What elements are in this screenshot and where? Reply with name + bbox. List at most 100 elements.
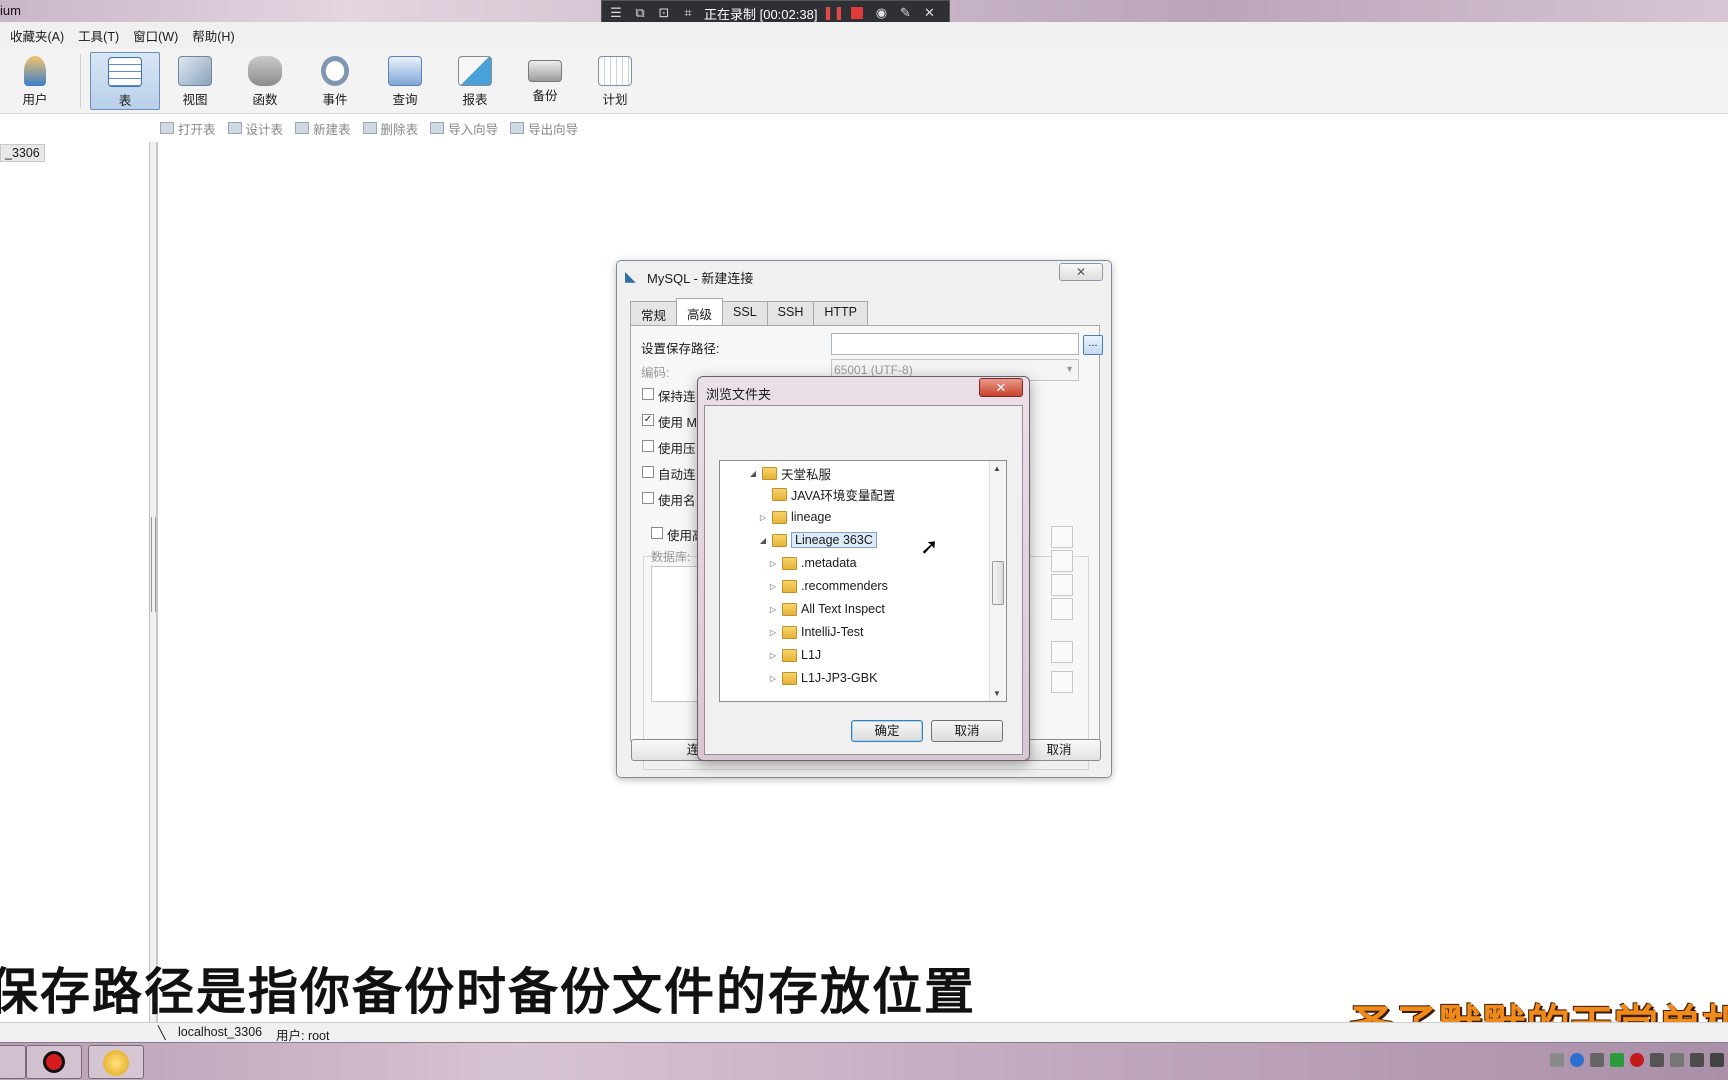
panel-splitter[interactable] — [150, 142, 157, 1022]
collapsed-arrow-icon[interactable]: ▷ — [758, 513, 768, 522]
scroll-down-icon[interactable]: ▼ — [993, 689, 1001, 698]
dialog-close-button[interactable]: ✕ — [1059, 263, 1103, 281]
collapsed-arrow-icon[interactable]: ▷ — [768, 582, 778, 591]
tree-item[interactable]: ▷ All Text Inspect — [768, 598, 885, 620]
export-wizard-button[interactable]: 导出向导 — [510, 119, 578, 138]
delete-table-button[interactable]: 删除表 — [362, 119, 418, 138]
tree-scrollbar[interactable]: ▲ ▼ — [989, 461, 1006, 701]
tab-general[interactable]: 常规 — [630, 301, 678, 325]
help-icon[interactable] — [1570, 1053, 1584, 1067]
dialog-close-button[interactable]: ✕ — [979, 378, 1023, 397]
collapsed-arrow-icon[interactable]: ▷ — [768, 628, 778, 637]
collapsed-arrow-icon[interactable]: ▷ — [768, 559, 778, 568]
collapsed-arrow-icon[interactable]: ▷ — [768, 674, 778, 683]
db-side-button[interactable] — [1051, 574, 1073, 596]
cancel-button[interactable]: 取消 — [931, 720, 1003, 742]
expanded-arrow-icon[interactable]: ◢ — [748, 469, 758, 478]
volume-icon[interactable] — [1650, 1053, 1664, 1067]
speaker-icon[interactable] — [1710, 1053, 1724, 1067]
ok-button[interactable]: 确定 — [851, 720, 923, 742]
db-side-button[interactable] — [1051, 550, 1073, 572]
import-wizard-button[interactable]: 导入向导 — [430, 119, 498, 138]
close-icon[interactable]: ✕ — [921, 5, 937, 21]
db-side-button[interactable] — [1051, 671, 1073, 693]
auto-connect-checkbox[interactable] — [642, 466, 654, 478]
dialog-title: MySQL - 新建连接 — [647, 271, 754, 286]
use-compression-checkbox[interactable] — [642, 440, 654, 452]
collapsed-arrow-icon[interactable]: ▷ — [768, 605, 778, 614]
collapsed-arrow-icon[interactable]: ▷ — [768, 651, 778, 660]
scroll-up-icon[interactable]: ▲ — [993, 464, 1001, 473]
folder-tree[interactable]: ◢ 天堂私服 JAVA环境变量配置 ▷ lineage ◢ Lineage 36… — [719, 460, 1007, 702]
keyboard-icon[interactable] — [1550, 1053, 1564, 1067]
design-table-button[interactable]: 设计表 — [227, 119, 283, 138]
pause-icon[interactable]: ❚❚ — [823, 5, 845, 21]
query-icon — [388, 56, 422, 86]
splitter-grip[interactable] — [151, 517, 156, 612]
menu-help[interactable]: 帮助(H) — [192, 26, 234, 45]
taskbar-navicat-button[interactable] — [88, 1045, 144, 1079]
menu-favorites[interactable]: 收藏夹(A) — [10, 26, 64, 45]
menu-tools[interactable]: 工具(T) — [78, 26, 119, 45]
use-advanced-checkbox[interactable] — [651, 527, 663, 539]
window-icon[interactable]: ⧉ — [632, 5, 648, 21]
expanded-arrow-icon[interactable]: ◢ — [758, 536, 768, 545]
tree-item[interactable]: ◢ 天堂私服 — [748, 462, 831, 484]
db-side-button[interactable] — [1051, 598, 1073, 620]
toolbar-backup-button[interactable]: 备份 — [510, 52, 580, 110]
browse-dialog-body: ◢ 天堂私服 JAVA环境变量配置 ▷ lineage ◢ Lineage 36… — [704, 405, 1023, 755]
tab-ssh[interactable]: SSH — [766, 301, 815, 325]
toolbar-schedule-button[interactable]: 计划 — [580, 52, 650, 110]
record-tray-icon[interactable] — [1630, 1053, 1644, 1067]
tab-http[interactable]: HTTP — [813, 301, 869, 325]
use-mysql-checkbox[interactable]: ✓ — [642, 414, 654, 426]
menu-icon[interactable]: ☰ — [608, 5, 624, 21]
tree-item[interactable]: ▷ lineage — [758, 506, 831, 528]
tree-item-selected[interactable]: ◢ Lineage 363C — [758, 529, 877, 551]
tree-item[interactable]: ▷ L1J-JP3-GBK — [768, 667, 878, 689]
usb-icon[interactable] — [1590, 1053, 1604, 1067]
pen-icon[interactable]: ✎ — [897, 5, 913, 21]
toolbar-view-button[interactable]: 视图 — [160, 52, 230, 110]
tree-item[interactable]: ▷ L1J — [768, 644, 821, 666]
menu-window[interactable]: 窗口(W) — [133, 26, 178, 45]
network-icon[interactable] — [1690, 1053, 1704, 1067]
export-wizard-icon — [510, 122, 525, 134]
tree-item[interactable]: ▷ .metadata — [768, 552, 857, 574]
app-tray-icon[interactable] — [1670, 1053, 1684, 1067]
save-path-input[interactable] — [831, 333, 1079, 355]
tree-item[interactable]: JAVA环境变量配置 — [758, 483, 895, 505]
keep-alive-checkbox[interactable] — [642, 388, 654, 400]
windows-taskbar — [0, 1042, 1728, 1080]
scrollbar-thumb[interactable] — [992, 561, 1004, 605]
table-sub-toolbar: 打开表 设计表 新建表 删除表 导入向导 导出向导 — [160, 118, 578, 138]
db-side-button[interactable] — [1051, 526, 1073, 548]
browse-path-button[interactable]: ... — [1083, 335, 1103, 355]
db-side-button[interactable] — [1051, 641, 1073, 663]
toolbar-function-button[interactable]: 函数 — [230, 52, 300, 110]
toolbar-event-button[interactable]: 事件 — [300, 52, 370, 110]
toolbar-report-button[interactable]: 报表 — [440, 52, 510, 110]
camera-icon[interactable]: ◉ — [873, 5, 889, 21]
tab-ssl[interactable]: SSL — [722, 301, 768, 325]
open-table-button[interactable]: 打开表 — [160, 119, 216, 138]
tab-advanced[interactable]: 高级 — [676, 298, 724, 325]
folder-icon — [782, 579, 797, 593]
stop-icon[interactable] — [849, 5, 865, 21]
navicat-icon — [103, 1050, 129, 1076]
use-named-pipe-checkbox[interactable] — [642, 492, 654, 504]
new-table-button[interactable]: 新建表 — [295, 119, 351, 138]
toolbar-query-button[interactable]: 查询 — [370, 52, 440, 110]
report-icon — [458, 56, 492, 86]
taskbar-recorder-button[interactable] — [26, 1045, 82, 1079]
encoding-label: 编码: — [641, 366, 670, 380]
toolbar-table-button[interactable]: 表 — [90, 52, 160, 110]
taskbar-folder-button[interactable] — [0, 1045, 26, 1079]
security-icon[interactable] — [1610, 1053, 1624, 1067]
tree-item[interactable]: ▷ .recommenders — [768, 575, 888, 597]
toolbar-user-button[interactable]: 用户 — [0, 52, 70, 110]
crop-icon[interactable]: ⌗ — [680, 5, 696, 21]
tree-item[interactable]: ▷ IntelliJ-Test — [768, 621, 864, 643]
connection-item[interactable]: _3306 — [0, 144, 45, 162]
region-icon[interactable]: ⊡ — [656, 5, 672, 21]
